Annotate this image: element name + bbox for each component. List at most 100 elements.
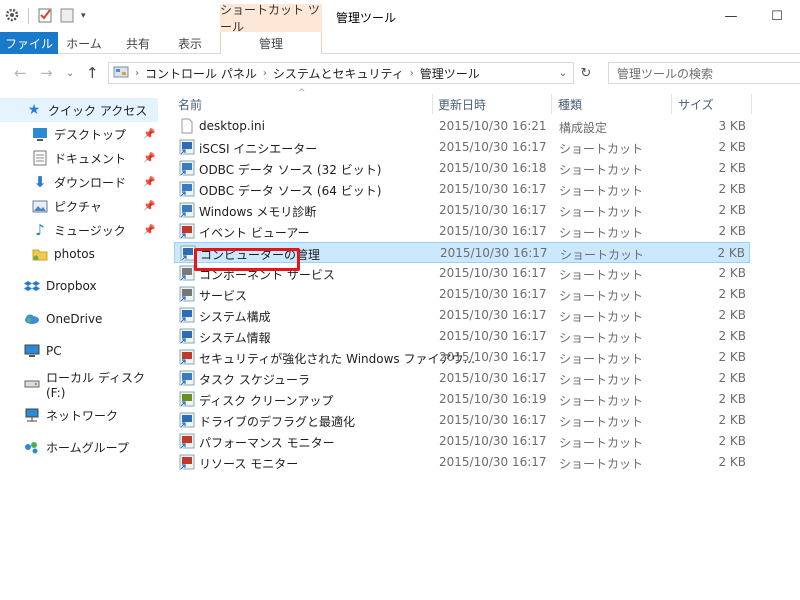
new-folder-icon[interactable] [59,7,75,26]
file-modified: 2015/10/30 16:17 [439,455,547,469]
file-type: ショートカット [559,226,644,240]
sidebar-item-onedrive[interactable]: OneDrive [0,307,158,331]
title-bar: ▾ ショートカット ツール 管理ツール — ☐ [0,0,800,34]
pin-icon[interactable]: 📌 [143,201,155,212]
table-row[interactable]: ODBC データ ソース (64 ビット) 2015/10/30 16:17 ショー… [174,179,750,200]
file-size: 2 KB [717,246,745,260]
table-row[interactable]: ドライブのデフラグと最適化 2015/10/30 16:17 ショートカット 2 KB [174,410,750,431]
table-row[interactable]: ディスク クリーンアップ 2015/10/30 16:19 ショートカット 2 KB [174,389,750,410]
sidebar-item-pc[interactable]: PC [0,339,158,363]
shortcut-icon [179,223,195,240]
window-title: 管理ツール [336,11,397,25]
sidebar-item-quick-access[interactable]: ★ クイック アクセス [0,98,158,122]
column-divider[interactable] [432,94,433,114]
file-name: リソース モニター [199,457,299,471]
column-divider[interactable] [751,94,752,114]
table-row[interactable]: セキュリティが強化された Windows ファイアウ... 2015/10/30 … [174,347,750,368]
table-row[interactable]: システム構成 2015/10/30 16:17 ショートカット 2 KB [174,305,750,326]
file-size: 3 KB [718,119,746,133]
sidebar-item-local-disk-f[interactable]: ローカル ディスク (F:) [0,371,158,400]
table-row[interactable]: リソース モニター 2015/10/30 16:17 ショートカット 2 KB [174,452,750,473]
sidebar-item-photos[interactable]: photos [0,242,158,266]
breadcrumb-admin-tools[interactable]: 管理ツール [420,65,480,82]
qat-dropdown-icon[interactable]: ▾ [81,11,86,21]
sidebar-item-label: ローカル ディスク (F:) [46,370,145,400]
shortcut-icon [179,181,195,198]
quick-access-toolbar: ▾ [4,6,86,26]
breadcrumb-separator: › [135,67,139,79]
sidebar-item-downloads[interactable]: ⬇ ダウンロード 📌 [0,170,158,194]
shortcut-icon [179,265,195,282]
column-header-type[interactable]: 種類 [558,94,668,114]
back-button[interactable]: ← [14,64,27,82]
checklist-icon[interactable] [37,7,53,26]
table-row[interactable]: サービス 2015/10/30 16:17 ショートカット 2 KB [174,284,750,305]
address-history-dropdown[interactable]: ⌄ [553,62,573,84]
table-row[interactable]: イベント ビューアー 2015/10/30 16:17 ショートカット 2 KB [174,221,750,242]
column-header-name[interactable]: 名前 [178,94,430,114]
maximize-button[interactable]: ☐ [754,0,800,32]
tab-file[interactable]: ファイル [0,32,58,54]
tab-manage[interactable]: 管理 [220,32,322,54]
file-size: 2 KB [718,455,746,469]
sidebar-item-documents[interactable]: ドキュメント 📌 [0,146,158,170]
sidebar-item-label: ミュージック [54,223,126,238]
sidebar-item-network[interactable]: ネットワーク [0,403,158,427]
table-row[interactable]: パフォーマンス モニター 2015/10/30 16:17 ショートカット 2 KB [174,431,750,452]
file-size: 2 KB [718,371,746,385]
file-modified: 2015/10/30 16:17 [439,308,547,322]
pin-icon[interactable]: 📌 [143,225,155,236]
table-row[interactable]: ODBC データ ソース (32 ビット) 2015/10/30 16:18 ショー… [174,158,750,179]
file-type: ショートカット [559,142,644,156]
table-row[interactable]: タスク スケジューラ 2015/10/30 16:17 ショートカット 2 KB [174,368,750,389]
file-modified: 2015/10/30 16:17 [439,266,547,280]
sidebar-item-pictures[interactable]: ピクチャ 📌 [0,194,158,218]
column-divider[interactable] [551,94,552,114]
address-bar[interactable]: › コントロール パネル › システムとセキュリティ › 管理ツール [108,62,574,84]
file-type: ショートカット [559,436,644,450]
tab-view[interactable]: 表示 [164,32,216,54]
minimize-button[interactable]: — [708,0,754,32]
recent-locations-button[interactable]: ⌄ [66,68,74,79]
column-divider[interactable] [671,94,672,114]
shortcut-icon [179,202,195,219]
shortcut-icon [179,349,195,366]
refresh-button[interactable]: ↻ [576,62,596,84]
sidebar-item-music[interactable]: ♪ ミュージック 📌 [0,218,158,242]
file-modified: 2015/10/30 16:21 [439,119,547,133]
breadcrumb-separator: › [409,67,414,79]
table-row[interactable]: iSCSI イニシエーター 2015/10/30 16:17 ショートカット 2 KB [174,137,750,158]
file-type: ショートカット [559,415,644,429]
pin-icon[interactable]: 📌 [143,129,155,140]
sidebar-item-dropbox[interactable]: Dropbox [0,274,158,298]
star-icon: ★ [27,102,41,118]
search-input[interactable]: 管理ツールの検索 [608,62,800,84]
file-name: タスク スケジューラ [199,373,310,387]
navigation-pane: ★ クイック アクセス デスクトップ 📌 ドキュメント 📌 ⬇ ダウンロード 📌… [0,94,160,600]
sidebar-item-desktop[interactable]: デスクトップ 📌 [0,122,158,146]
table-row[interactable]: システム情報 2015/10/30 16:17 ショートカット 2 KB [174,326,750,347]
file-name: ODBC データ ソース (32 ビット) [199,163,382,177]
sidebar-item-label: クイック アクセス [48,103,148,118]
breadcrumb-system-security[interactable]: システムとセキュリティ [273,65,404,82]
pin-icon[interactable]: 📌 [143,153,155,164]
table-row[interactable]: Windows メモリ診断 2015/10/30 16:17 ショートカット 2 KB [174,200,750,221]
breadcrumb-control-panel[interactable]: コントロール パネル [145,65,257,82]
properties-icon[interactable] [4,7,20,26]
table-row[interactable]: desktop.ini 2015/10/30 16:21 構成設定 3 KB [174,116,750,137]
drive-icon [24,376,40,392]
up-button[interactable]: ↑ [86,64,99,82]
ini-file-icon [179,118,195,134]
refresh-icon: ↻ [580,65,592,81]
forward-button[interactable]: → [40,64,53,82]
download-icon: ⬇ [33,173,47,191]
pin-icon[interactable]: 📌 [143,177,155,188]
sidebar-item-homegroup[interactable]: ホームグループ [0,435,158,459]
column-header-size[interactable]: サイズ [678,94,748,114]
breadcrumb-separator: › [262,67,267,79]
column-header-modified[interactable]: 更新日時 [438,94,550,114]
tab-share[interactable]: 共有 [112,32,164,54]
file-type: ショートカット [559,205,644,219]
desktop-icon [32,126,48,142]
tab-home[interactable]: ホーム [58,32,110,54]
